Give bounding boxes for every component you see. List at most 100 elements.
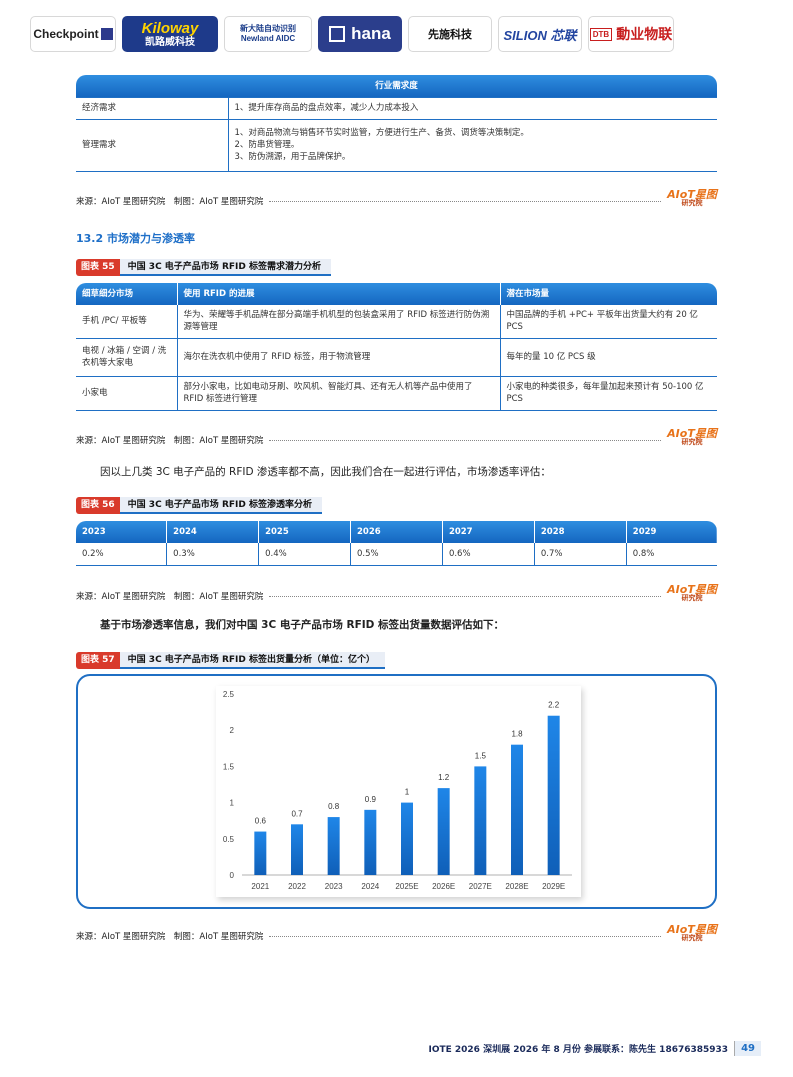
bar-data-label: 0.9 (365, 795, 377, 804)
source-text: 来源：AIoT 星图研究院 制图：AIoT 星图研究院 (76, 592, 264, 602)
year-header: 2026 (350, 521, 443, 543)
shipment-bar-chart: 0 0.5 1 1.5 2 2.5 0.6 2021 0.7 2022 0.8 2023 0.9 2024… (223, 690, 572, 891)
table-cell: 海尔在洗衣机中使用了 RFID 标签，用于物流管理 (177, 338, 501, 377)
bar-data-label: 1.5 (475, 751, 487, 760)
sense-logo: 先施科技 (408, 16, 492, 52)
rfid-penetration-rate-table: 2023 2024 2025 2026 2027 2028 2029 0.2% 0.3% 0.4… (76, 521, 717, 566)
rate-cell: 0.2% (76, 543, 168, 566)
x-tick-label: 2021 (251, 882, 269, 891)
column-header: 使用 RFID 的进展 (177, 283, 501, 305)
aiot-logo: AIoT星图 研究院 (667, 188, 717, 207)
bar (547, 715, 560, 875)
bar-data-label: 0.8 (328, 802, 340, 811)
chart-frame: 0 0.5 1 1.5 2 2.5 0.6 2021 0.7 2022 0.8 2023 0.9 2024… (76, 674, 717, 909)
table-header-row: 细草细分市场 使用 RFID 的进展 潜在市场量 (76, 283, 717, 305)
demand-table-header: 行业需求度 (76, 75, 717, 97)
source-note: 来源：AIoT 星图研究院 制图：AIoT 星图研究院 AIoT星图 研究院 (76, 924, 717, 948)
x-tick-label: 2026E (432, 882, 455, 891)
sponsor-logo-bar: Checkpoint Kiloway 凯路威科技 新大陆自动识别 Newland A… (30, 16, 674, 52)
industry-demand-table: 行业需求度 经济需求 1、提升库存商品的盘点效率，减少人力成本投入 管理需求 1… (76, 75, 717, 172)
checkpoint-logo: Checkpoint (30, 16, 116, 52)
figure-56-label: 图表 56 中国 3C 电子产品市场 RFID 标签渗透率分析 (76, 497, 322, 514)
year-header: 2029 (632, 526, 657, 537)
table-cell: 部分小家电，比如电动牙刷、吹风机、智能灯具、还有无人机等产品中使用了 RFID … (177, 376, 501, 411)
row-line: 1、提升库存商品的盘点效率，减少人力成本投入 (234, 102, 419, 113)
dtb-logo: DTB 動业物联 (588, 16, 674, 52)
column-header: 细草细分市场 (76, 283, 178, 305)
page-number: 49 (734, 1041, 761, 1056)
table-cell: 每年的量 10 亿 PCS 级 (500, 338, 717, 377)
bar-data-label: 2.2 (548, 701, 560, 710)
table-cell: 小家电的种类很多，每年量加起来预计有 50-100 亿 PCS (500, 376, 717, 411)
figure-title: 中国 3C 电子产品市场 RFID 标签渗透率分析 (119, 497, 322, 514)
table-row: 0.2% 0.3% 0.4% 0.5% 0.6% 0.7% 0.8% (76, 543, 717, 566)
table-cell: 手机 /PC/ 平板等 (76, 305, 178, 339)
bar-data-label: 0.7 (291, 809, 303, 818)
table-cell: 华为、荣耀等手机品牌在部分高端手机机型的包装盒采用了 RFID 标签进行防伪溯源… (177, 305, 501, 339)
aiot-logo: AIoT星图 研究院 (667, 427, 717, 446)
bar (291, 824, 303, 875)
row-label: 经济需求 (76, 96, 229, 119)
aiot-logo: AIoT星图 研究院 (667, 923, 717, 942)
source-text: 来源：AIoT 星图研究院 制图：AIoT 星图研究院 (76, 932, 264, 942)
bar (254, 831, 267, 875)
rate-cell: 0.5% (350, 543, 443, 566)
figure-tag: 图表 55 (76, 259, 120, 276)
x-tick-label: 2029E (542, 882, 565, 891)
row-line: 1、对商品物流与销售环节实时监管，方便进行生产、备货、调货等决策制定。 (234, 127, 529, 138)
figure-55-label: 图表 55 中国 3C 电子产品市场 RFID 标签需求潜力分析 (76, 259, 331, 276)
dotted-divider (269, 935, 661, 937)
table-row: 手机 /PC/ 平板等 华为、荣耀等手机品牌在部分高端手机机型的包装盒采用了 R… (76, 305, 717, 339)
dotted-divider (269, 200, 661, 202)
rate-cell: 0.6% (442, 543, 535, 566)
year-header: 2028 (534, 521, 627, 543)
bar (511, 744, 523, 875)
x-tick-label: 2024 (361, 882, 379, 891)
rate-cell: 0.8% (626, 543, 717, 566)
source-text: 来源：AIoT 星图研究院 制图：AIoT 星图研究院 (76, 436, 264, 446)
paragraph: 因以上几类 3C 电子产品的 RFID 渗透率都不高，因此我们合在一起进行评估，… (100, 466, 551, 478)
table-row: 管理需求 1、对商品物流与销售环节实时监管，方便进行生产、备货、调货等决策制定。… (76, 118, 717, 172)
x-tick-label: 2028E (505, 882, 528, 891)
bar (401, 802, 413, 875)
source-note: 来源：AIoT 星图研究院 制图：AIoT 星图研究院 AIoT星图 研究院 (76, 584, 717, 608)
figure-title: 中国 3C 电子产品市场 RFID 标签需求潜力分析 (119, 259, 331, 276)
bar-data-label: 1.2 (438, 773, 450, 782)
dotted-divider (269, 439, 661, 441)
bar-data-label: 1.8 (511, 730, 523, 739)
year-header: 2027 (442, 521, 535, 543)
newland-logo: 新大陆自动识别 Newland AIDC (224, 16, 312, 52)
table-row: 小家电 部分小家电，比如电动牙刷、吹风机、智能灯具、还有无人机等产品中使用了 R… (76, 376, 717, 411)
figure-tag: 图表 56 (76, 497, 120, 514)
year-header: 2025 (258, 521, 352, 543)
page-footer: IOTE 2026 深圳展 2026 年 8 月份 参展联系：陈先生 18676… (428, 1041, 761, 1056)
dotted-divider (269, 595, 661, 597)
paragraph: 基于市场渗透率信息，我们对中国 3C 电子产品市场 RFID 标签出货量数据评估… (100, 619, 505, 631)
row-line: 3、防伪溯源，用于品牌保护。 (234, 152, 351, 163)
bar (327, 817, 340, 875)
table-row: 电视 / 冰箱 / 空调 / 洗衣机等大家电 海尔在洗衣机中使用了 RFID 标… (76, 338, 717, 377)
table-cell: 电视 / 冰箱 / 空调 / 洗衣机等大家电 (76, 338, 178, 377)
year-header: 2023 (76, 521, 168, 543)
row-line: 2、防串货管理。 (234, 139, 300, 150)
footer-text: IOTE 2026 深圳展 2026 年 8 月份 参展联系：陈先生 18676… (428, 1045, 729, 1055)
rfid-demand-potential-table: 细草细分市场 使用 RFID 的进展 潜在市场量 手机 /PC/ 平板等 华为、… (76, 283, 717, 411)
source-text: 来源：AIoT 星图研究院 制图：AIoT 星图研究院 (76, 197, 264, 207)
hana-logo: hana (318, 16, 402, 52)
y-tick-label: 0 (230, 871, 235, 880)
figure-tag: 图表 57 (76, 652, 120, 669)
x-tick-label: 2023 (325, 882, 343, 891)
table-cell: 中国品牌的手机 +PC+ 平板年出货量大约有 20 亿 PCS (500, 305, 717, 339)
silion-logo: SILION 芯联 (498, 16, 582, 52)
bar-data-label: 0.6 (255, 817, 267, 826)
rate-cell: 0.7% (534, 543, 627, 566)
chart-panel: 0 0.5 1 1.5 2 2.5 0.6 2021 0.7 2022 0.8 2023 0.9 2024… (216, 686, 581, 897)
row-content: 1、对商品物流与销售环节实时监管，方便进行生产、备货、调货等决策制定。 2、防串… (228, 118, 717, 172)
y-tick-label: 1.5 (223, 762, 235, 771)
figure-title: 中国 3C 电子产品市场 RFID 标签出货量分析（单位：亿个） (119, 652, 385, 669)
kiloway-logo: Kiloway 凯路威科技 (122, 16, 218, 52)
row-label: 管理需求 (76, 118, 229, 172)
rate-cell: 0.3% (166, 543, 260, 566)
bar (437, 788, 450, 875)
y-tick-label: 0.5 (223, 835, 235, 844)
